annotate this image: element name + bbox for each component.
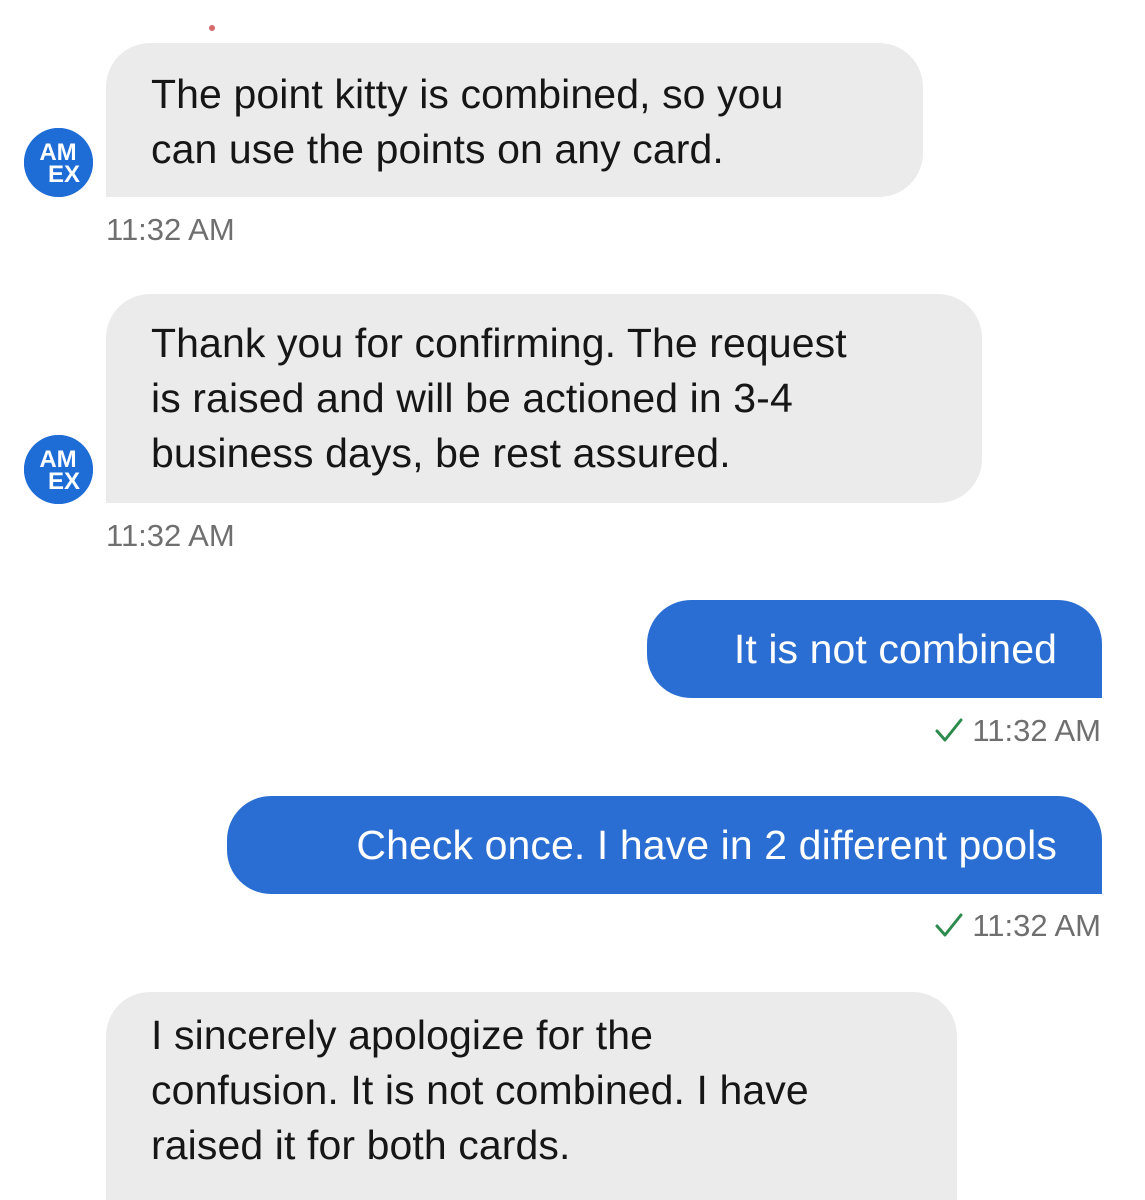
amex-avatar[interactable]: AM EX	[24, 128, 93, 197]
message-1-timestamp: 11:32 AM	[106, 212, 235, 247]
svg-text:EX: EX	[48, 468, 80, 495]
message-1-line-2: can use the points on any card.	[151, 126, 724, 172]
message-bubble-5[interactable]: I sincerely apologize for the confusion.…	[106, 992, 957, 1200]
amex-logo-icon: AM EX	[24, 435, 93, 504]
message-4-line-1: Check once. I have in 2 different pools	[356, 822, 1057, 868]
message-5-line-2: confusion. It is not combined. I have	[151, 1067, 809, 1113]
checkmark-icon	[935, 913, 963, 937]
amex-avatar[interactable]: AM EX	[24, 435, 93, 504]
message-3-line-1: It is not combined	[733, 626, 1057, 672]
message-3-timestamp-row: 11:32 AM	[934, 713, 1101, 749]
message-5-line-3: raised it for both cards.	[151, 1122, 571, 1168]
message-bubble-2[interactable]: Thank you for confirming. The request is…	[106, 294, 982, 503]
message-2-line-3: business days, be rest assured.	[151, 430, 731, 476]
message-3-timestamp: 11:32 AM	[972, 713, 1101, 748]
message-2-line-2: is raised and will be actioned in 3-4	[151, 375, 793, 421]
svg-text:EX: EX	[48, 161, 80, 188]
message-4-timestamp: 11:32 AM	[972, 908, 1101, 943]
message-bubble-3[interactable]: It is not combined	[647, 600, 1102, 698]
amex-logo-icon: AM EX	[24, 128, 93, 197]
top-speck-icon	[209, 25, 215, 31]
message-4-timestamp-row: 11:32 AM	[934, 908, 1101, 944]
checkmark-icon	[935, 718, 963, 742]
message-5-line-1: I sincerely apologize for the	[151, 1012, 654, 1058]
message-2-timestamp: 11:32 AM	[106, 518, 235, 553]
message-1-line-1: The point kitty is combined, so you	[151, 71, 784, 117]
message-2-line-1: Thank you for confirming. The request	[151, 320, 847, 366]
message-bubble-1[interactable]: The point kitty is combined, so you can …	[106, 43, 923, 197]
message-bubble-4[interactable]: Check once. I have in 2 different pools	[227, 796, 1102, 894]
